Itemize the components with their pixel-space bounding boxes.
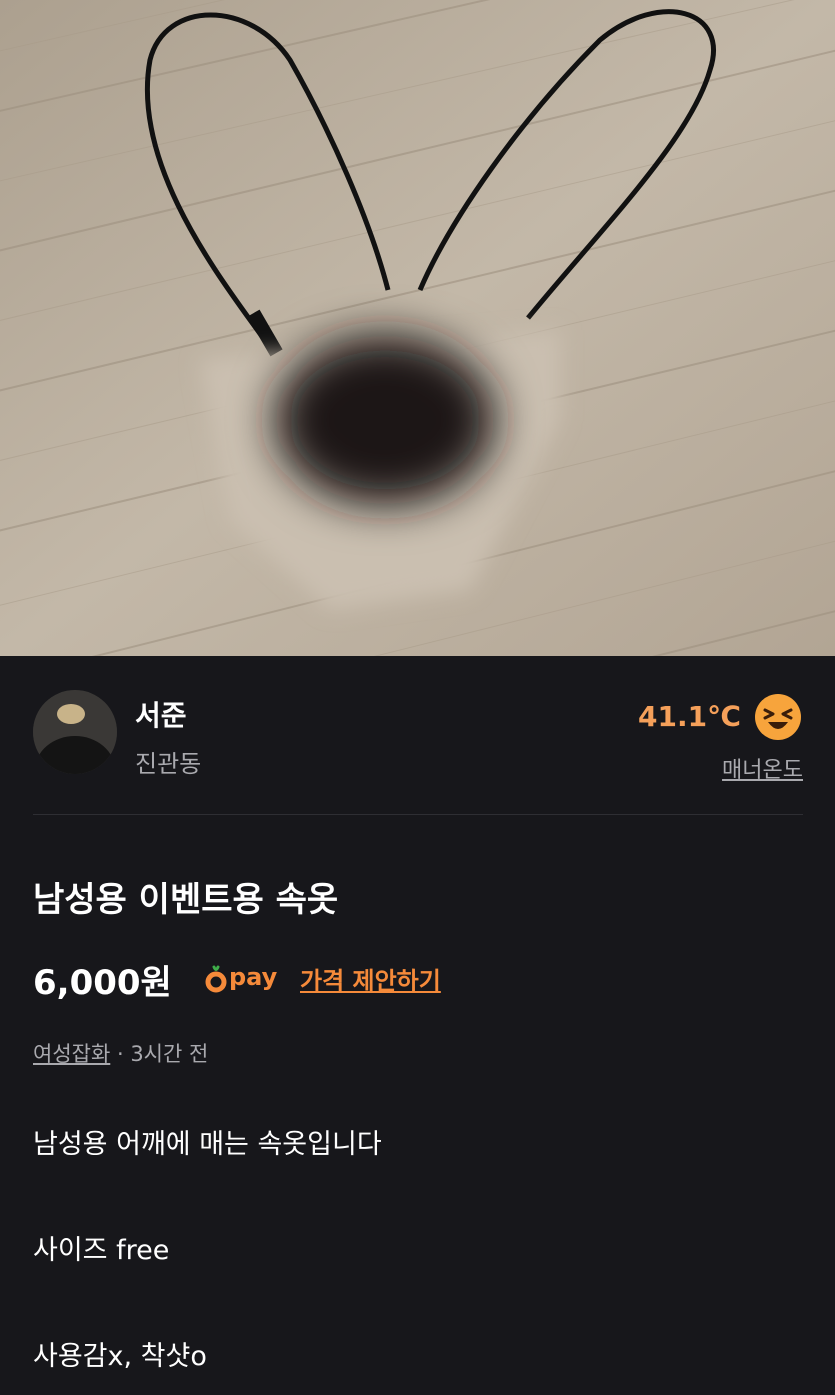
meta-separator: · <box>110 1042 131 1066</box>
price-row: 6,000원 pay 가격 제안하기 <box>33 955 803 1005</box>
seller-profile[interactable]: 서준 진관동 41.1℃ 매너온도 <box>33 690 803 785</box>
seller-location: 진관동 <box>135 750 202 778</box>
avatar-image <box>33 690 117 774</box>
description-line: 사이즈 free <box>33 1235 170 1266</box>
carrot-pay-badge: pay <box>205 963 295 997</box>
product-title: 남성용 이벤트용 속옷 <box>33 880 339 920</box>
seller-name[interactable]: 서준 <box>135 694 187 734</box>
laughing-face-icon <box>753 692 803 742</box>
manner-temperature[interactable]: 41.1℃ 매너온도 <box>603 690 803 785</box>
product-photo-image <box>0 0 835 656</box>
description-line: 사용감x, 착샷o <box>33 1341 207 1372</box>
posted-time: 3시간 전 <box>130 1042 209 1066</box>
product-photo[interactable] <box>0 0 835 656</box>
product-price: 6,000원 <box>33 963 172 1003</box>
seller-avatar[interactable] <box>33 690 117 774</box>
divider <box>33 814 803 815</box>
pay-label: pay <box>229 963 278 991</box>
category-link[interactable]: 여성잡화 <box>33 1042 110 1066</box>
temperature-value: 41.1℃ <box>638 700 741 733</box>
price-offer-link[interactable]: 가격 제안하기 <box>300 961 441 996</box>
manner-temperature-link[interactable]: 매너온도 <box>722 752 803 784</box>
product-meta: 여성잡화 · 3시간 전 <box>33 1038 208 1068</box>
carrot-pay-icon <box>205 965 227 993</box>
description-line: 남성용 어깨에 매는 속옷입니다 <box>33 1129 382 1160</box>
